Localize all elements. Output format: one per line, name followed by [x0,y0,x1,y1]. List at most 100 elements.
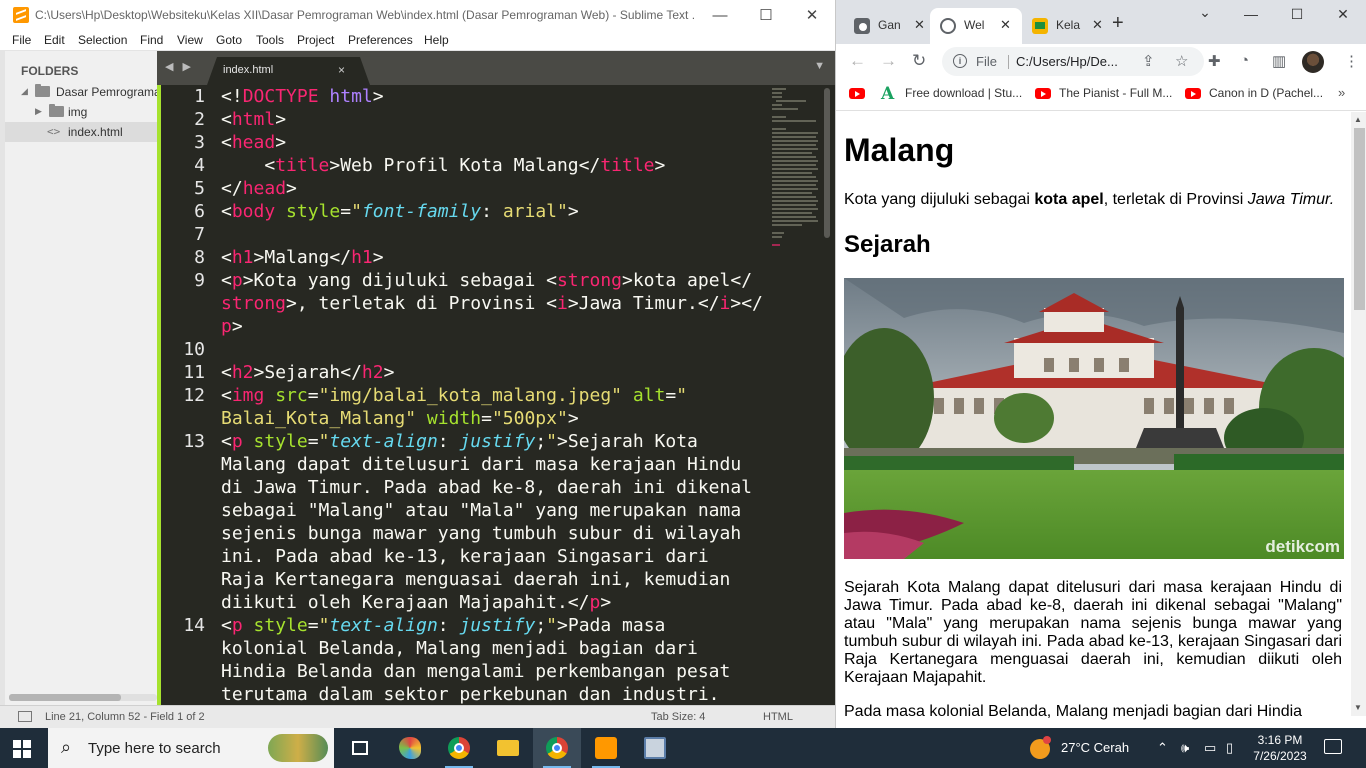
share-icon[interactable]: ⇪ [1142,52,1155,70]
sublime-text-icon[interactable] [582,728,630,768]
bookmarks-bar: A Free download | Stu... The Pianist - F… [836,80,1366,111]
chrome-tab-kelas[interactable]: Kela ✕ [1022,8,1108,44]
remote-desktop-icon[interactable] [631,728,679,768]
sidebar-item-img-folder[interactable]: ▶ img [5,102,157,122]
tray-chevron-icon[interactable]: ⌃ [1157,740,1168,756]
intro-paragraph: Kota yang dijuluki sebagai kota apel, te… [844,191,1334,209]
menu-selection[interactable]: Selection [78,33,127,47]
weather-text[interactable]: 27°C Cerah [1061,740,1129,755]
performance-icon[interactable]: ◔ [1240,52,1249,69]
sidebar-item-project-folder[interactable]: ◢ Dasar Pemrograma [5,82,161,102]
panel-toggle-icon[interactable] [18,711,32,722]
menu-help[interactable]: Help [424,33,449,47]
new-tab-button[interactable]: + [1112,12,1124,35]
menu-tools[interactable]: Tools [256,33,284,47]
forward-arrow-icon[interactable]: → [880,51,897,71]
sidebar-item-index-html[interactable]: <> index.html [5,122,157,142]
menu-edit[interactable]: Edit [44,33,65,47]
menu-find[interactable]: Find [140,33,163,47]
menu-view[interactable]: View [177,33,203,47]
bookmark-item[interactable]: Free download | Stu... [905,86,1022,100]
volume-icon[interactable]: 🕪 [1181,740,1189,756]
line-number: 13 [183,431,205,452]
tab-close-icon[interactable]: × [338,63,345,77]
collapsed-arrow-icon: ▶ [35,106,42,116]
network-icon[interactable]: ▭ [1204,740,1216,756]
menu-project[interactable]: Project [297,33,334,47]
page-scrollbar-thumb[interactable] [1354,128,1365,310]
back-arrow-icon[interactable]: ← [849,51,866,71]
tab-close-icon[interactable]: ✕ [914,17,925,33]
menu-file[interactable]: File [12,33,31,47]
tab-nav-arrows[interactable]: ◀ ▶ [165,60,194,73]
code-line: <p style="text-align: justify;">Pada mas… [221,615,666,636]
taskbar-clock[interactable]: 3:16 PM 7/26/2023 [1248,732,1312,764]
sublime-maximize-button[interactable]: ☐ [743,0,789,31]
intro-text: , terletak di Provinsi [1103,191,1248,208]
balai-kota-photo: detikcom [844,278,1344,559]
windows-start-icon[interactable] [13,740,31,758]
chrome-profile-icon[interactable] [533,728,581,768]
search-highlight-image [268,734,328,762]
chrome-close-button[interactable]: ✕ [1320,6,1366,23]
code-line: Balai_Kota_Malang" width="500px"> [221,408,579,429]
scroll-up-icon[interactable]: ▲ [1354,115,1362,124]
tab-size-indicator[interactable]: Tab Size: 4 [651,711,705,723]
sublime-minimize-button[interactable]: — [697,0,743,31]
file-explorer-icon[interactable] [484,728,532,768]
code-line: <title>Web Profil Kota Malang</title> [221,155,666,176]
page-heading: Malang [844,132,955,168]
line-number: 3 [194,132,205,153]
chrome-tab-active[interactable]: Wel ✕ [930,8,1022,44]
chrome-tab-gan[interactable]: Gan ✕ [844,8,930,44]
profile-avatar[interactable] [1302,51,1324,73]
line-number-gutter: 1 2 3 4 5 6 7 8 9 10 11 12 13 14 [161,85,205,705]
chrome-icon[interactable] [435,728,483,768]
tab-label: Kela [1056,18,1081,32]
taskbar-search-box[interactable]: ⌕ Type here to search [48,728,334,768]
bookmarks-overflow-icon[interactable]: » [1338,85,1345,100]
code-area[interactable]: <!DOCTYPE html> <html> <head> <title>Web… [221,85,781,705]
menu-preferences[interactable]: Preferences [348,33,413,47]
sidebar-scrollbar-thumb[interactable] [9,694,121,701]
sidebar-item-label: img [68,105,88,119]
tab-dropdown-icon[interactable]: ▼ [814,60,825,72]
editor-scrollbar-thumb[interactable] [824,88,830,238]
url-text[interactable]: C:/Users/Hp/De... [1016,54,1136,69]
address-bar[interactable]: i File C:/Users/Hp/De... ⇪ ☆ [942,47,1204,76]
bookmark-item[interactable]: The Pianist - Full M... [1059,86,1172,100]
tab-index-html[interactable]: index.html × [207,57,370,85]
tab-close-icon[interactable]: ✕ [1000,17,1011,33]
task-view-icon[interactable] [336,728,384,768]
code-line: terutama dalam sektor perkebunan dan ind… [221,684,720,705]
menu-goto[interactable]: Goto [216,33,242,47]
bookmark-star-icon[interactable]: ☆ [1175,52,1188,70]
tab-search-icon[interactable]: ⌄ [1182,4,1228,21]
history-paragraph: Sejarah Kota Malang dapat ditelusuri dar… [844,579,1342,686]
code-line: Raja Kertanegara menguasai daerah ini, k… [221,569,731,590]
side-panel-icon[interactable]: ▥ [1272,52,1286,70]
tab-close-icon[interactable]: ✕ [1092,17,1103,33]
reload-icon[interactable]: ↻ [912,51,926,71]
line-number: 7 [194,224,205,245]
chrome-maximize-button[interactable]: ☐ [1274,6,1320,23]
code-editor[interactable]: 1 2 3 4 5 6 7 8 9 10 11 12 13 14 <!DOCTYPE html> <htm… [157,85,835,705]
bookmark-item[interactable]: Canon in D (Pachel... [1209,86,1323,100]
more-menu-icon[interactable]: ⋮ [1344,52,1359,70]
syntax-indicator[interactable]: HTML [763,711,793,723]
battery-icon[interactable]: ▯ [1226,740,1233,756]
notification-center-icon[interactable] [1324,739,1342,754]
folders-header: FOLDERS [21,64,79,78]
extensions-icon[interactable]: ✚ [1208,52,1221,70]
sublime-close-button[interactable]: ✕ [789,0,835,31]
scroll-down-icon[interactable]: ▼ [1354,703,1362,712]
youtube-icon [849,88,865,99]
site-info-icon[interactable]: i [953,54,967,68]
code-line: sejenis bunga mawar yang tumbuh subur di… [221,523,742,544]
paint-icon[interactable] [386,728,434,768]
minimap[interactable] [772,85,822,255]
page-viewport[interactable]: Malang Kota yang dijuluki sebagai kota a… [836,112,1350,728]
weather-alert-badge [1043,736,1051,744]
chrome-minimize-button[interactable]: — [1228,6,1274,22]
google-classroom-icon [1032,18,1048,34]
